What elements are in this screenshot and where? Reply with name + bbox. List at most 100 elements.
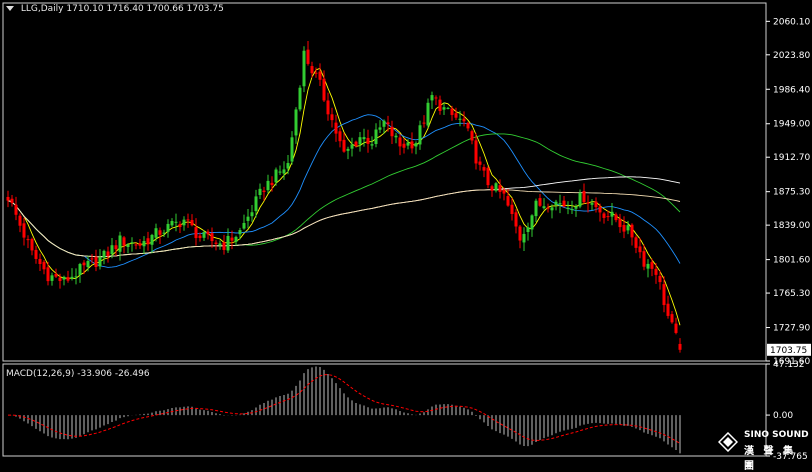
candle-body: [30, 238, 34, 251]
candle-body: [370, 144, 374, 146]
candle-body: [158, 230, 162, 235]
candle-body: [298, 87, 302, 110]
candle-body: [642, 251, 646, 267]
candle-body: [530, 215, 534, 230]
candle-body: [306, 49, 310, 64]
price-tick-label: 1912.70: [773, 153, 810, 163]
candle-body: [482, 167, 486, 171]
candle-body: [10, 198, 14, 203]
candle-body: [674, 323, 678, 333]
candle-body: [522, 233, 526, 243]
candle-body: [182, 219, 186, 226]
candle-body: [38, 258, 42, 265]
candle-body: [62, 276, 66, 280]
candle-body: [198, 235, 202, 238]
candle-body: [534, 200, 538, 217]
price-tick-label: 1727.90: [773, 324, 810, 334]
candle-body: [210, 233, 214, 242]
candle-body: [598, 206, 602, 213]
candle-body: [570, 209, 574, 211]
candle-body: [174, 221, 178, 223]
candle-body: [322, 78, 326, 101]
candle-body: [258, 188, 262, 196]
macd-tick-label: 0.00: [773, 411, 793, 421]
price-tick-label: 1839.00: [773, 221, 810, 231]
candle-body: [226, 235, 230, 251]
candle-body: [414, 143, 418, 147]
candle-body: [330, 114, 334, 121]
price-tick-label: 2023.80: [773, 51, 810, 61]
price-chart[interactable]: 2060.10 2023.80 1986.40 1949.00 1912.70 1875.…: [0, 0, 812, 462]
candle-body: [606, 216, 610, 218]
candle-body: [546, 207, 550, 209]
macd-header: MACD(12,26,9) -33.906 -26.496: [6, 369, 150, 379]
candle-body: [130, 242, 134, 244]
price-tick-label: 1986.40: [773, 85, 810, 95]
candle-body: [422, 122, 426, 124]
candle-body: [218, 243, 222, 246]
candle-body: [202, 232, 206, 238]
candle-body: [54, 273, 58, 277]
candle-body: [42, 261, 46, 270]
symbol-label: LLG,Daily: [20, 4, 64, 14]
candle-body: [462, 118, 466, 122]
candle-body: [142, 241, 146, 247]
candle-body: [466, 122, 470, 129]
candle-body: [678, 343, 682, 350]
candle-body: [558, 203, 562, 205]
candle-body: [146, 238, 150, 245]
candle-body: [242, 222, 246, 229]
candle-body: [446, 107, 450, 109]
candle-body: [206, 231, 210, 235]
candle-body: [34, 249, 38, 259]
candle-body: [154, 228, 158, 238]
candle-body: [574, 206, 578, 209]
candle-body: [122, 237, 126, 246]
candle-body: [106, 251, 110, 257]
candle-body: [634, 237, 638, 248]
candle-body: [266, 180, 270, 191]
chart-background: [0, 0, 812, 460]
candle-body: [118, 235, 122, 252]
candle-body: [386, 122, 390, 125]
candle-body: [362, 137, 366, 140]
candle-body: [222, 242, 226, 250]
candle-body: [382, 120, 386, 127]
price-tick-label: 2060.10: [773, 17, 810, 27]
candle-body: [502, 189, 506, 194]
candle-body: [486, 167, 490, 186]
candle-body: [190, 220, 194, 226]
candle-body: [402, 143, 406, 148]
candle-body: [102, 250, 106, 258]
price-tick-label: 1765.30: [773, 289, 810, 299]
candle-body: [478, 161, 482, 165]
candle-body: [246, 216, 250, 221]
candle-body: [334, 122, 338, 134]
candle-body: [554, 201, 558, 206]
candle-body: [342, 139, 346, 152]
candle-body: [654, 268, 658, 275]
candle-body: [426, 102, 430, 126]
candle-body: [14, 204, 18, 215]
dropdown-triangle-icon[interactable]: [6, 6, 14, 11]
candle-body: [450, 108, 454, 115]
candle-body: [262, 190, 266, 192]
last-price-label: 1703.75: [770, 346, 807, 356]
candle-body: [394, 135, 398, 138]
candle-body: [114, 245, 118, 250]
candle-body: [70, 276, 74, 279]
price-tick-label: 1949.00: [773, 120, 810, 130]
candle-body: [58, 277, 62, 282]
candle-body: [538, 198, 542, 206]
candle-body: [74, 276, 78, 278]
candle-body: [46, 267, 50, 282]
candle-body: [474, 140, 478, 164]
ohlc-label: 1710.10 1716.40 1700.66 1703.75: [66, 4, 224, 14]
candle-body: [630, 224, 634, 238]
candle-body: [526, 227, 530, 233]
candle-body: [26, 239, 30, 241]
candle-body: [294, 109, 298, 136]
candle-body: [98, 257, 102, 267]
candle-body: [238, 230, 242, 235]
candle-body: [542, 206, 546, 209]
